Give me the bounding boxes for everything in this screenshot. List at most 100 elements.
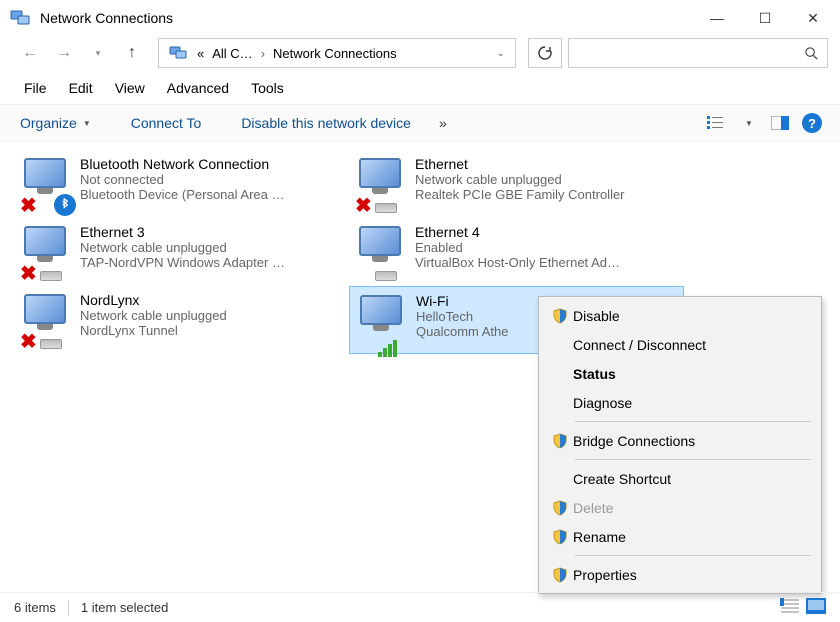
disabled-x-icon: ✖	[20, 265, 38, 283]
back-button[interactable]: ←	[16, 39, 44, 67]
dropdown-icon: ▼	[83, 119, 91, 128]
connection-status: Network cable unplugged	[415, 172, 680, 187]
breadcrumb-seg1[interactable]: All C…	[212, 46, 252, 61]
breadcrumb-chevron-icon[interactable]: ›	[261, 46, 265, 61]
view-dropdown-icon[interactable]: ▼	[734, 111, 762, 135]
disable-device-button[interactable]: Disable this network device	[235, 115, 423, 131]
context-menu-label: Bridge Connections	[573, 433, 695, 449]
bluetooth-icon	[54, 194, 76, 216]
view-layout-button[interactable]	[702, 111, 730, 135]
connection-icon: ✖	[18, 224, 80, 280]
context-menu-separator	[575, 459, 811, 460]
connection-device: Realtek PCIe GBE Family Controller	[415, 187, 680, 202]
overflow-button[interactable]: »	[433, 115, 459, 131]
help-button[interactable]: ?	[798, 111, 826, 135]
context-menu-separator	[575, 555, 811, 556]
view-large-icons-icon[interactable]	[806, 598, 826, 617]
preview-pane-button[interactable]	[766, 111, 794, 135]
status-selected-count: 1 item selected	[81, 600, 168, 615]
recent-dropdown[interactable]: ▾	[84, 39, 112, 67]
connection-item[interactable]: ✖ Ethernet 3Network cable unpluggedTAP-No…	[14, 218, 349, 286]
breadcrumb-seg2[interactable]: Network Connections	[273, 46, 397, 61]
connection-text: EthernetNetwork cable unpluggedRealtek P…	[415, 156, 680, 212]
connection-device: VirtualBox Host-Only Ethernet Ad…	[415, 255, 680, 270]
breadcrumb-prefix: «	[197, 46, 204, 61]
shield-icon	[547, 308, 573, 324]
context-menu-label: Rename	[573, 529, 626, 545]
connection-name: Ethernet 4	[415, 224, 680, 240]
context-menu-item[interactable]: Bridge Connections	[541, 426, 819, 455]
context-menu-label: Properties	[573, 567, 637, 583]
maximize-button[interactable]: ☐	[742, 3, 788, 33]
disabled-x-icon: ✖	[20, 333, 38, 351]
connection-text: Bluetooth Network ConnectionNot connecte…	[80, 156, 345, 212]
connection-icon	[353, 224, 415, 280]
minimize-button[interactable]: —	[694, 3, 740, 33]
connection-status: Network cable unplugged	[80, 308, 345, 323]
cable-icon	[40, 271, 62, 285]
context-menu-item[interactable]: Disable	[541, 301, 819, 330]
monitor-icon	[24, 294, 66, 330]
connection-device: NordLynx Tunnel	[80, 323, 345, 338]
context-menu-item[interactable]: Connect / Disconnect	[541, 330, 819, 359]
location-icon	[169, 44, 187, 62]
context-menu-item[interactable]: Diagnose	[541, 388, 819, 417]
shield-icon	[547, 529, 573, 545]
menu-file[interactable]: File	[14, 76, 57, 100]
cable-icon	[40, 339, 62, 353]
search-input[interactable]	[568, 38, 828, 68]
close-button[interactable]: ✕	[790, 3, 836, 33]
context-menu-item[interactable]: Create Shortcut	[541, 464, 819, 493]
navigation-toolbar: ← → ▾ ↑ « All C… › Network Connections ⌄	[0, 36, 840, 72]
connection-name: Bluetooth Network Connection	[80, 156, 345, 172]
connection-item[interactable]: Ethernet 4EnabledVirtualBox Host-Only Et…	[349, 218, 684, 286]
context-menu-separator	[575, 421, 811, 422]
monitor-icon	[24, 158, 66, 194]
forward-button[interactable]: →	[50, 39, 78, 67]
app-icon	[10, 8, 30, 28]
context-menu-label: Connect / Disconnect	[573, 337, 706, 353]
menu-advanced[interactable]: Advanced	[157, 76, 239, 100]
connection-item[interactable]: ✖ NordLynxNetwork cable unpluggedNordLynx…	[14, 286, 349, 354]
context-menu-item: Delete	[541, 493, 819, 522]
connection-text: Ethernet 4EnabledVirtualBox Host-Only Et…	[415, 224, 680, 280]
connection-item[interactable]: ✖ Bluetooth Network ConnectionNot connect…	[14, 150, 349, 218]
up-button[interactable]: ↑	[118, 39, 146, 67]
status-item-count: 6 items	[14, 600, 56, 615]
command-bar: Organize▼ Connect To Disable this networ…	[0, 104, 840, 142]
context-menu-label: Create Shortcut	[573, 471, 671, 487]
context-menu-item[interactable]: Status	[541, 359, 819, 388]
menu-edit[interactable]: Edit	[59, 76, 103, 100]
connection-item[interactable]: ✖ EthernetNetwork cable unpluggedRealtek …	[349, 150, 684, 218]
context-menu: Disable Connect / Disconnect Status Diagnos…	[538, 296, 822, 594]
monitor-icon	[24, 226, 66, 262]
address-dropdown-icon[interactable]: ⌄	[497, 48, 505, 59]
view-details-icon[interactable]	[780, 598, 800, 617]
connection-icon: ✖	[18, 292, 80, 348]
context-menu-label: Status	[573, 366, 616, 382]
help-icon: ?	[802, 113, 822, 133]
address-bar[interactable]: « All C… › Network Connections ⌄	[158, 38, 516, 68]
refresh-button[interactable]	[528, 38, 562, 68]
connection-device: TAP-NordVPN Windows Adapter …	[80, 255, 345, 270]
connection-icon: ✖	[18, 156, 80, 212]
status-bar: 6 items 1 item selected	[0, 592, 840, 622]
window-title: Network Connections	[40, 10, 694, 26]
menu-tools[interactable]: Tools	[241, 76, 294, 100]
monitor-icon	[360, 295, 402, 331]
context-menu-label: Disable	[573, 308, 620, 324]
cable-icon	[375, 203, 397, 217]
connection-text: NordLynxNetwork cable unpluggedNordLynx …	[80, 292, 345, 348]
disabled-x-icon: ✖	[355, 197, 373, 215]
disabled-x-icon: ✖	[20, 197, 38, 215]
wifi-signal-icon	[378, 339, 400, 353]
menu-view[interactable]: View	[105, 76, 155, 100]
context-menu-label: Diagnose	[573, 395, 632, 411]
connect-to-button[interactable]: Connect To	[125, 115, 214, 131]
context-menu-label: Delete	[573, 500, 613, 516]
organize-button[interactable]: Organize▼	[14, 115, 103, 131]
connection-icon: ✖	[353, 156, 415, 212]
context-menu-item[interactable]: Properties	[541, 560, 819, 589]
connection-text: Ethernet 3Network cable unpluggedTAP-Nor…	[80, 224, 345, 280]
context-menu-item[interactable]: Rename	[541, 522, 819, 551]
